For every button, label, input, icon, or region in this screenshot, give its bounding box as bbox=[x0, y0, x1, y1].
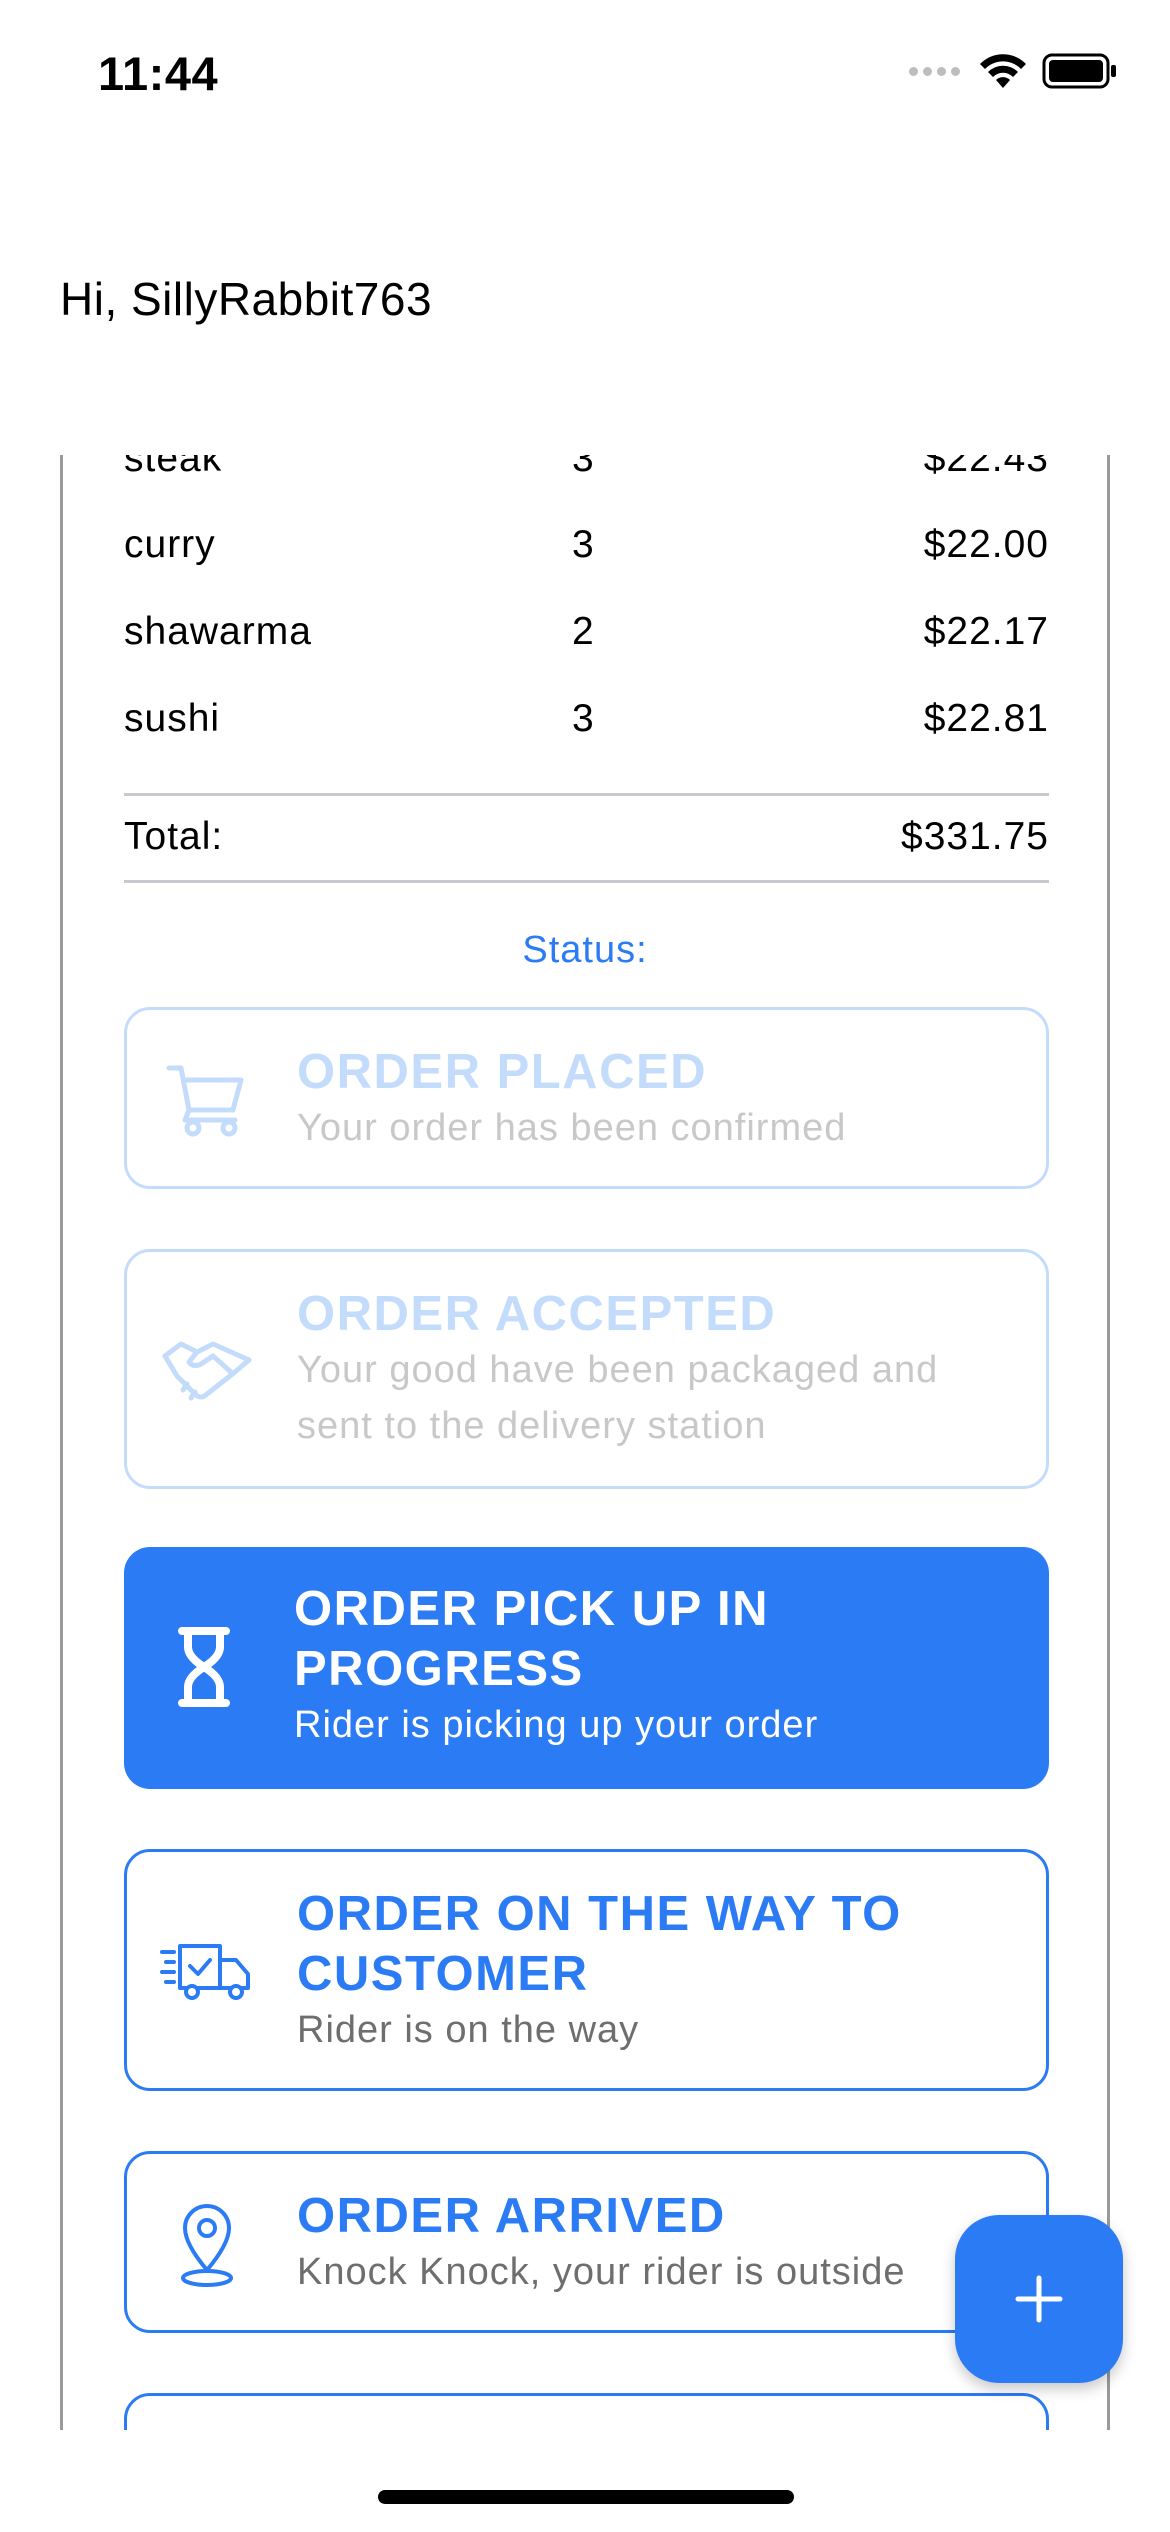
step-description: Rider is on the way bbox=[297, 2009, 640, 2051]
item-price: $22.43 bbox=[923, 455, 1049, 480]
step-title: ORDER ARRIVED bbox=[297, 2189, 726, 2243]
item-qty: 2 bbox=[572, 610, 595, 653]
status-step-pick-up: ORDER PICK UP IN PROGRESS Rider is picki… bbox=[124, 1547, 1049, 1789]
step-description: Rider is picking up your order bbox=[294, 1704, 819, 1746]
item-name: sushi bbox=[124, 697, 221, 740]
total-label: Total: bbox=[124, 815, 224, 858]
item-price: $22.00 bbox=[923, 523, 1049, 566]
item-qty: 3 bbox=[572, 697, 595, 740]
order-item-row: steak 3 $22.43 bbox=[124, 455, 1049, 497]
total-value: $331.75 bbox=[901, 815, 1049, 858]
cart-icon bbox=[157, 1050, 257, 1150]
step-description: Knock Knock, your rider is outside bbox=[297, 2251, 906, 2293]
order-item-row: shawarma 2 $22.17 bbox=[124, 610, 1049, 670]
step-description: Your order has been confirmed bbox=[297, 1107, 847, 1149]
status-step-order-placed: ORDER PLACED Your order has been confirm… bbox=[124, 1007, 1049, 1189]
step-description: Your good have been packaged and sent to… bbox=[297, 1349, 939, 1447]
delivery-truck-icon bbox=[157, 1922, 257, 2022]
signal-icon bbox=[909, 66, 960, 76]
total-divider-top bbox=[124, 793, 1049, 796]
status-step-arrived: ORDER ARRIVED Knock Knock, your rider is… bbox=[124, 2151, 1049, 2333]
status-step-next bbox=[124, 2393, 1049, 2430]
status-step-on-the-way: ORDER ON THE WAY TO CUSTOMER Rider is on… bbox=[124, 1849, 1049, 2091]
item-price: $22.17 bbox=[923, 610, 1049, 653]
total-divider-bottom bbox=[124, 880, 1049, 883]
add-fab-button[interactable] bbox=[955, 2215, 1123, 2383]
item-qty: 3 bbox=[572, 455, 595, 480]
status-icons bbox=[909, 52, 1118, 90]
item-name: shawarma bbox=[124, 610, 312, 653]
home-indicator[interactable] bbox=[378, 2490, 794, 2504]
order-item-row: sushi 3 $22.81 bbox=[124, 697, 1049, 757]
order-item-row: curry 3 $22.00 bbox=[124, 523, 1049, 583]
step-title: ORDER PICK UP IN PROGRESS bbox=[294, 1582, 770, 1696]
status-bar: 11:44 bbox=[0, 0, 1170, 150]
status-heading: Status: bbox=[522, 929, 648, 971]
status-time: 11:44 bbox=[98, 47, 219, 100]
step-title: ORDER ON THE WAY TO CUSTOMER bbox=[297, 1887, 902, 2001]
order-details[interactable]: steak 3 $22.43 curry 3 $22.00 shawarma 2… bbox=[0, 455, 1170, 2430]
item-qty: 3 bbox=[572, 523, 595, 566]
battery-icon bbox=[1042, 53, 1116, 89]
item-price: $22.81 bbox=[923, 697, 1049, 740]
item-name: curry bbox=[124, 523, 216, 566]
status-step-order-accepted: ORDER ACCEPTED Your good have been packa… bbox=[124, 1249, 1049, 1489]
location-pin-icon bbox=[157, 2194, 257, 2294]
step-title: ORDER PLACED bbox=[297, 1045, 708, 1099]
plus-icon bbox=[1015, 2275, 1063, 2323]
greeting: Hi, SillyRabbit763 bbox=[60, 273, 433, 325]
item-name: steak bbox=[124, 455, 223, 480]
wifi-icon bbox=[980, 54, 1026, 88]
handshake-icon bbox=[157, 1322, 257, 1422]
hourglass-icon bbox=[154, 1617, 254, 1717]
step-title: ORDER ACCEPTED bbox=[297, 1287, 777, 1341]
